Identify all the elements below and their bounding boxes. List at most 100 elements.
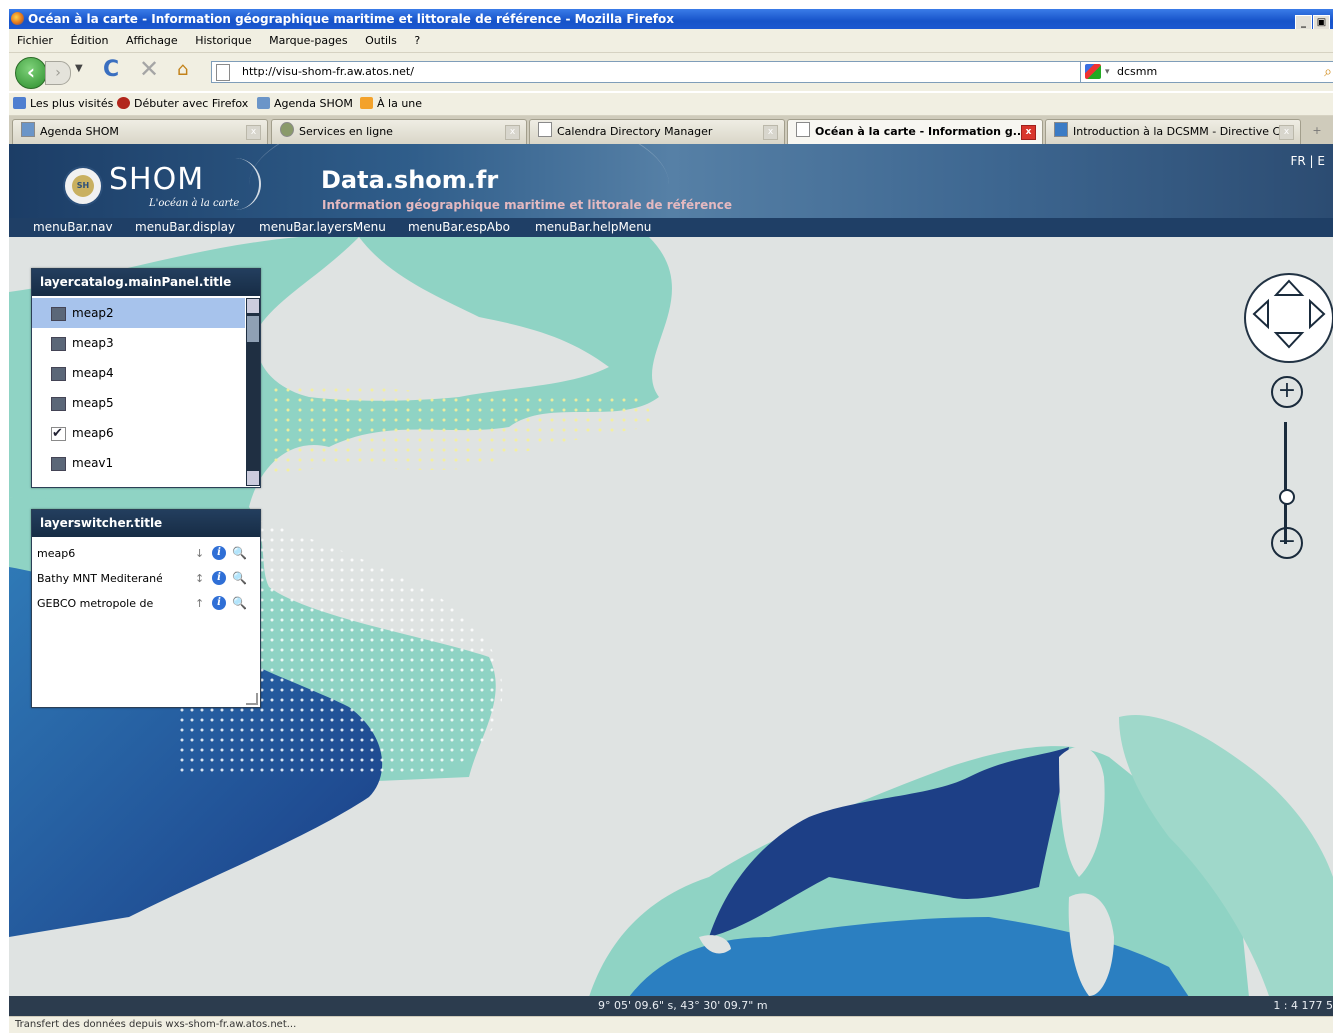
search-input[interactable]: dcsmm bbox=[1117, 62, 1157, 82]
top-strip bbox=[0, 0, 1333, 9]
catalog-title: layercatalog.mainPanel.title bbox=[32, 269, 260, 296]
info-icon[interactable]: i bbox=[212, 546, 226, 560]
tab-close-icon[interactable]: x bbox=[763, 125, 778, 140]
zoom-to-layer-icon[interactable]: 🔍 bbox=[232, 591, 247, 616]
pan-right-icon[interactable] bbox=[1309, 298, 1326, 330]
browser-status-bar: Transfert des données depuis wxs-shom-fr… bbox=[9, 1016, 1333, 1033]
pan-arrows bbox=[1252, 279, 1326, 349]
search-engine-dropdown-icon[interactable]: ▾ bbox=[1105, 62, 1110, 82]
search-icon[interactable]: ⌕ bbox=[1324, 62, 1332, 82]
tab-ocean-a-la-carte[interactable]: Océan à la carte - Information g... x bbox=[787, 119, 1043, 145]
pan-up-icon[interactable] bbox=[1273, 279, 1305, 296]
info-icon[interactable]: i bbox=[212, 571, 226, 585]
new-tab-button[interactable]: + bbox=[1307, 121, 1327, 141]
tab-close-icon[interactable]: x bbox=[1279, 125, 1294, 140]
layer-checkbox[interactable] bbox=[51, 307, 66, 321]
reload-button[interactable]: C bbox=[103, 57, 119, 82]
bookmark-getting-started[interactable]: Débuter avec Firefox bbox=[117, 93, 248, 115]
bookmark-agenda-shom[interactable]: Agenda SHOM bbox=[257, 93, 353, 115]
app-menu-nav[interactable]: menuBar.nav bbox=[33, 218, 113, 237]
layer-checkbox[interactable] bbox=[51, 367, 66, 381]
resize-grip-icon[interactable] bbox=[246, 693, 258, 705]
page-icon bbox=[796, 122, 810, 137]
app-menu-display[interactable]: menuBar.display bbox=[135, 218, 235, 237]
catalog-item[interactable]: meap4 bbox=[32, 358, 245, 388]
menu-outils[interactable]: Outils bbox=[365, 29, 397, 52]
move-up-down-icon[interactable]: ↕ bbox=[195, 566, 204, 591]
tab-services-en-ligne[interactable]: Services en ligne x bbox=[271, 119, 527, 144]
menu-edition[interactable]: Édition bbox=[70, 29, 108, 52]
move-up-icon[interactable]: ↑ bbox=[195, 591, 204, 616]
search-engine-icon[interactable] bbox=[1085, 64, 1101, 79]
scroll-thumb[interactable] bbox=[247, 316, 259, 342]
app-menu-bar: menuBar.nav menuBar.display menuBar.laye… bbox=[9, 218, 1333, 237]
zoom-in-button[interactable]: + bbox=[1271, 376, 1303, 408]
forward-button[interactable]: › bbox=[45, 61, 71, 85]
map-scale: 1 : 4 177 5 bbox=[1273, 999, 1333, 1012]
zoom-to-layer-icon[interactable]: 🔍 bbox=[232, 541, 247, 566]
zoom-to-layer-icon[interactable]: 🔍 bbox=[232, 566, 247, 591]
menu-fichier[interactable]: Fichier bbox=[17, 29, 53, 52]
tab-calendra[interactable]: Calendra Directory Manager x bbox=[529, 119, 785, 144]
site-title: Data.shom.fr bbox=[321, 166, 499, 194]
move-down-icon[interactable]: ↓ bbox=[195, 541, 204, 566]
language-switcher[interactable]: FR | E bbox=[1291, 154, 1326, 168]
stop-button[interactable]: ✕ bbox=[139, 55, 159, 83]
home-button[interactable]: ⌂ bbox=[177, 59, 188, 80]
catalog-item[interactable]: meav1 bbox=[32, 448, 245, 478]
app-header: SH SHOM L'océan à la carte Data.shom.fr … bbox=[9, 144, 1333, 218]
catalog-item[interactable]: meap5 bbox=[32, 388, 245, 418]
switcher-item[interactable]: Bathy MNT Mediterané ↕ i 🔍 bbox=[32, 566, 260, 591]
shom-logo-icon[interactable]: SH bbox=[63, 166, 103, 206]
layer-catalog-panel: layercatalog.mainPanel.title meap2 meap3… bbox=[31, 268, 261, 488]
app-menu-layers[interactable]: menuBar.layersMenu bbox=[259, 218, 386, 237]
tab-close-icon[interactable]: x bbox=[505, 125, 520, 140]
menu-marque-pages[interactable]: Marque-pages bbox=[269, 29, 347, 52]
switcher-list: meap6 ↓ i 🔍 Bathy MNT Mediterané ↕ i 🔍 G… bbox=[32, 537, 260, 616]
layer-checkbox-checked[interactable] bbox=[51, 419, 66, 449]
info-icon[interactable]: i bbox=[212, 596, 226, 610]
menu-help[interactable]: ? bbox=[414, 29, 420, 52]
bookmark-a-la-une[interactable]: À la une bbox=[360, 93, 422, 115]
back-button[interactable]: ‹ bbox=[15, 57, 47, 89]
bookmarks-toolbar: Les plus visités Débuter avec Firefox Ag… bbox=[9, 93, 1333, 116]
switcher-item[interactable]: GEBCO metropole de ↑ i 🔍 bbox=[32, 591, 260, 616]
catalog-scrollbar[interactable] bbox=[246, 298, 260, 486]
logo-text: SHOM bbox=[109, 162, 205, 197]
bookmark-most-visited[interactable]: Les plus visités bbox=[13, 93, 113, 115]
pan-down-icon[interactable] bbox=[1273, 332, 1305, 349]
menu-historique[interactable]: Historique bbox=[195, 29, 251, 52]
pan-left-icon[interactable] bbox=[1252, 298, 1269, 330]
layer-switcher-panel: layerswitcher.title meap6 ↓ i 🔍 Bathy MN… bbox=[31, 509, 261, 708]
tab-introduction-dcsmm[interactable]: Introduction à la DCSMM - Directive C...… bbox=[1045, 119, 1301, 144]
agenda-icon bbox=[21, 122, 35, 137]
rss-icon bbox=[360, 97, 373, 109]
catalog-item[interactable]: meap3 bbox=[32, 328, 245, 358]
switcher-item[interactable]: meap6 ↓ i 🔍 bbox=[32, 541, 260, 566]
globe-icon bbox=[280, 122, 294, 137]
app-menu-help[interactable]: menuBar.helpMenu bbox=[535, 218, 651, 237]
scroll-up-icon[interactable] bbox=[247, 299, 259, 313]
zoom-out-button[interactable]: − bbox=[1271, 527, 1303, 559]
history-dropdown-icon[interactable]: ▼ bbox=[75, 63, 83, 74]
scroll-down-icon[interactable] bbox=[247, 471, 259, 485]
search-box[interactable]: ▾ dcsmm ⌕ bbox=[1080, 61, 1333, 83]
url-text[interactable]: http://visu-shom-fr.aw.atos.net/ bbox=[242, 62, 414, 82]
menu-affichage[interactable]: Affichage bbox=[126, 29, 178, 52]
tab-close-icon[interactable]: x bbox=[246, 125, 261, 140]
page-icon bbox=[216, 64, 230, 81]
layer-checkbox[interactable] bbox=[51, 457, 66, 471]
zoom-slider-handle[interactable] bbox=[1279, 489, 1295, 505]
catalog-list: meap2 meap3 meap4 meap5 meap6 meav1 bbox=[32, 298, 245, 484]
pan-control[interactable] bbox=[1244, 273, 1333, 363]
layer-checkbox[interactable] bbox=[51, 337, 66, 351]
site-subtitle: Information géographique maritime et lit… bbox=[322, 198, 732, 212]
zoom-slider-track[interactable] bbox=[1284, 422, 1287, 544]
catalog-item[interactable]: meap2 bbox=[32, 298, 245, 328]
catalog-item[interactable]: meap6 bbox=[32, 418, 245, 449]
tab-bar: Agenda SHOM x Services en ligne x Calendra… bbox=[9, 116, 1333, 145]
tab-close-icon[interactable]: x bbox=[1021, 125, 1036, 140]
layer-checkbox[interactable] bbox=[51, 397, 66, 411]
tab-agenda-shom[interactable]: Agenda SHOM x bbox=[12, 119, 268, 144]
app-menu-esp-abo[interactable]: menuBar.espAbo bbox=[408, 218, 510, 237]
